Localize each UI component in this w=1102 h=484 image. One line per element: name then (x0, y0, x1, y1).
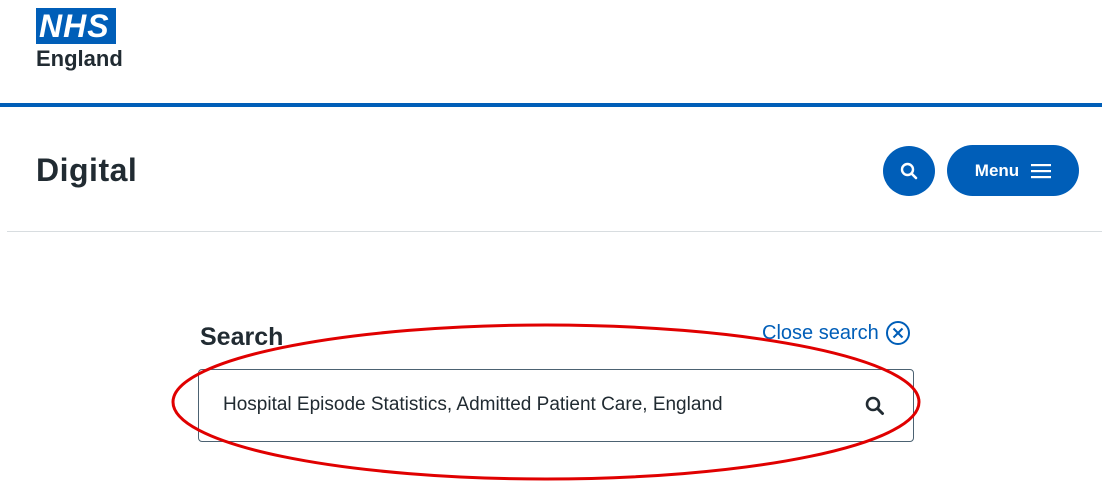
hamburger-icon (1031, 163, 1052, 178)
search-icon (865, 396, 884, 415)
close-search-label: Close search (762, 321, 879, 344)
site-title: Digital (36, 152, 138, 188)
close-circle-icon (885, 321, 910, 345)
nhs-england-logo[interactable]: NHS England (36, 8, 136, 72)
page: NHS England Digital Menu Search Close se… (0, 0, 1102, 484)
search-input[interactable] (199, 370, 799, 440)
search-field (198, 369, 914, 442)
nhs-logo-mark: NHS (36, 8, 116, 44)
search-toggle-button[interactable] (883, 146, 935, 196)
search-icon (900, 162, 918, 180)
close-search-link[interactable]: Close search (762, 320, 911, 346)
header-bottom-border (7, 231, 1102, 232)
logo-organisation-name: England (36, 46, 123, 71)
menu-label: Menu (974, 160, 1020, 180)
menu-button[interactable]: Menu (947, 145, 1079, 196)
search-heading: Search (200, 323, 284, 351)
search-submit-button[interactable] (859, 390, 891, 422)
header-divider (0, 103, 1102, 107)
